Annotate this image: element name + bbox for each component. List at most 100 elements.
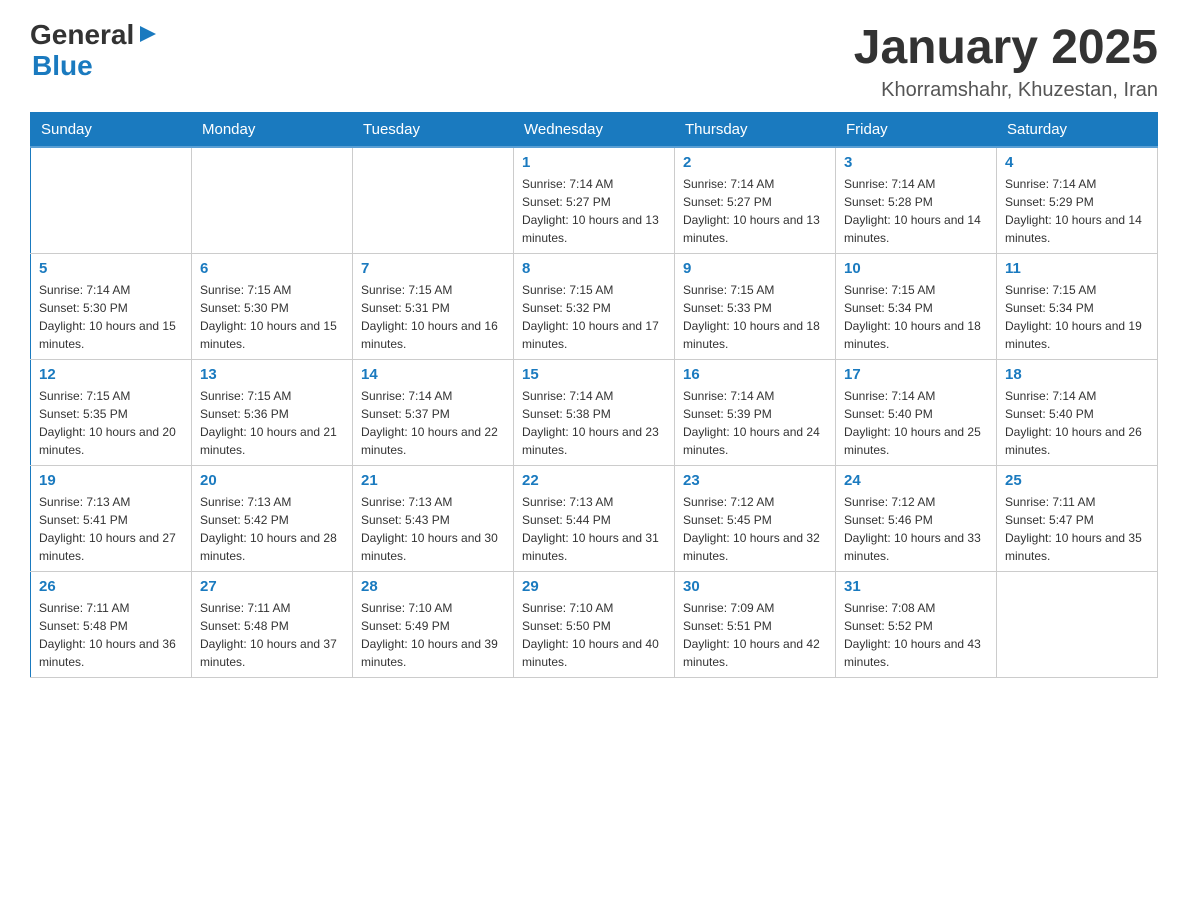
calendar-table: SundayMondayTuesdayWednesdayThursdayFrid…: [30, 112, 1158, 678]
calendar-cell: 21 Sunrise: 7:13 AMSunset: 5:43 PMDayligh…: [353, 466, 514, 572]
day-info: Sunrise: 7:14 AMSunset: 5:38 PMDaylight:…: [522, 387, 666, 459]
calendar-cell: [192, 147, 353, 254]
calendar-week-row: 1 Sunrise: 7:14 AMSunset: 5:27 PMDaylight…: [31, 147, 1158, 254]
calendar-cell: 9Sunrise: 7:15 AMSunset: 5:33 PMDaylight…: [675, 254, 836, 360]
day-info: Sunrise: 7:09 AMSunset: 5:51 PMDaylight:…: [683, 599, 827, 671]
day-info: Sunrise: 7:14 AMSunset: 5:40 PMDaylight:…: [1005, 387, 1149, 459]
calendar-cell: 7 Sunrise: 7:15 AMSunset: 5:31 PMDaylight…: [353, 254, 514, 360]
day-info: Sunrise: 7:14 AMSunset: 5:29 PMDaylight:…: [1005, 175, 1149, 247]
day-number: 1: [522, 154, 666, 171]
logo-general-text: General: [30, 20, 134, 51]
day-number: 21: [361, 472, 505, 489]
calendar-cell: 22Sunrise: 7:13 AMSunset: 5:44 PMDayligh…: [514, 466, 675, 572]
day-number: 16: [683, 366, 827, 383]
calendar-cell: 20 Sunrise: 7:13 AMSunset: 5:42 PMDayligh…: [192, 466, 353, 572]
calendar-cell: 19 Sunrise: 7:13 AMSunset: 5:41 PMDayligh…: [31, 466, 192, 572]
day-info: Sunrise: 7:13 AMSunset: 5:43 PMDaylight:…: [361, 493, 505, 565]
day-number: 26: [39, 578, 183, 595]
day-info: Sunrise: 7:15 AMSunset: 5:32 PMDaylight:…: [522, 281, 666, 353]
day-info: Sunrise: 7:13 AMSunset: 5:44 PMDaylight:…: [522, 493, 666, 565]
day-info: Sunrise: 7:14 AMSunset: 5:27 PMDaylight:…: [522, 175, 666, 247]
day-info: Sunrise: 7:12 AMSunset: 5:46 PMDaylight:…: [844, 493, 988, 565]
location-subtitle: Khorramshahr, Khuzestan, Iran: [854, 79, 1158, 102]
day-info: Sunrise: 7:11 AMSunset: 5:48 PMDaylight:…: [39, 599, 183, 671]
calendar-cell: 6 Sunrise: 7:15 AMSunset: 5:30 PMDaylight…: [192, 254, 353, 360]
calendar-cell: 24 Sunrise: 7:12 AMSunset: 5:46 PMDayligh…: [836, 466, 997, 572]
calendar-day-header: Tuesday: [353, 113, 514, 148]
calendar-cell: 23Sunrise: 7:12 AMSunset: 5:45 PMDayligh…: [675, 466, 836, 572]
calendar-week-row: 12 Sunrise: 7:15 AMSunset: 5:35 PMDayligh…: [31, 360, 1158, 466]
calendar-day-header: Thursday: [675, 113, 836, 148]
day-number: 7: [361, 260, 505, 277]
logo-blue-text: Blue: [32, 51, 158, 82]
calendar-cell: 2 Sunrise: 7:14 AMSunset: 5:27 PMDaylight…: [675, 147, 836, 254]
day-info: Sunrise: 7:15 AMSunset: 5:36 PMDaylight:…: [200, 387, 344, 459]
calendar-cell: 1 Sunrise: 7:14 AMSunset: 5:27 PMDaylight…: [514, 147, 675, 254]
calendar-day-header: Monday: [192, 113, 353, 148]
day-info: Sunrise: 7:15 AMSunset: 5:34 PMDaylight:…: [1005, 281, 1149, 353]
calendar-cell: 29 Sunrise: 7:10 AMSunset: 5:50 PMDayligh…: [514, 572, 675, 678]
day-info: Sunrise: 7:15 AMSunset: 5:35 PMDaylight:…: [39, 387, 183, 459]
title-block: January 2025 Khorramshahr, Khuzestan, Ir…: [854, 20, 1158, 102]
day-info: Sunrise: 7:14 AMSunset: 5:30 PMDaylight:…: [39, 281, 183, 353]
day-number: 19: [39, 472, 183, 489]
day-number: 12: [39, 366, 183, 383]
calendar-cell: 13Sunrise: 7:15 AMSunset: 5:36 PMDayligh…: [192, 360, 353, 466]
calendar-day-header: Wednesday: [514, 113, 675, 148]
page-header: General Blue January 2025 Khorramshahr, …: [30, 20, 1158, 102]
calendar-cell: 4 Sunrise: 7:14 AMSunset: 5:29 PMDaylight…: [997, 147, 1158, 254]
day-number: 10: [844, 260, 988, 277]
day-number: 6: [200, 260, 344, 277]
day-number: 5: [39, 260, 183, 277]
day-number: 4: [1005, 154, 1149, 171]
day-number: 31: [844, 578, 988, 595]
calendar-day-header: Sunday: [31, 113, 192, 148]
calendar-day-header: Saturday: [997, 113, 1158, 148]
day-info: Sunrise: 7:10 AMSunset: 5:50 PMDaylight:…: [522, 599, 666, 671]
calendar-header: SundayMondayTuesdayWednesdayThursdayFrid…: [31, 113, 1158, 148]
day-number: 25: [1005, 472, 1149, 489]
day-number: 18: [1005, 366, 1149, 383]
day-info: Sunrise: 7:11 AMSunset: 5:47 PMDaylight:…: [1005, 493, 1149, 565]
day-number: 24: [844, 472, 988, 489]
day-info: Sunrise: 7:14 AMSunset: 5:28 PMDaylight:…: [844, 175, 988, 247]
calendar-cell: 26 Sunrise: 7:11 AMSunset: 5:48 PMDayligh…: [31, 572, 192, 678]
day-info: Sunrise: 7:08 AMSunset: 5:52 PMDaylight:…: [844, 599, 988, 671]
calendar-cell: 18 Sunrise: 7:14 AMSunset: 5:40 PMDayligh…: [997, 360, 1158, 466]
day-number: 14: [361, 366, 505, 383]
day-info: Sunrise: 7:13 AMSunset: 5:41 PMDaylight:…: [39, 493, 183, 565]
day-number: 23: [683, 472, 827, 489]
day-number: 29: [522, 578, 666, 595]
day-info: Sunrise: 7:14 AMSunset: 5:27 PMDaylight:…: [683, 175, 827, 247]
day-info: Sunrise: 7:14 AMSunset: 5:40 PMDaylight:…: [844, 387, 988, 459]
calendar-week-row: 26 Sunrise: 7:11 AMSunset: 5:48 PMDayligh…: [31, 572, 1158, 678]
calendar-cell: 27 Sunrise: 7:11 AMSunset: 5:48 PMDayligh…: [192, 572, 353, 678]
day-number: 28: [361, 578, 505, 595]
day-number: 3: [844, 154, 988, 171]
calendar-cell: 15Sunrise: 7:14 AMSunset: 5:38 PMDayligh…: [514, 360, 675, 466]
day-number: 30: [683, 578, 827, 595]
calendar-week-row: 5 Sunrise: 7:14 AMSunset: 5:30 PMDaylight…: [31, 254, 1158, 360]
day-number: 27: [200, 578, 344, 595]
day-number: 11: [1005, 260, 1149, 277]
day-info: Sunrise: 7:11 AMSunset: 5:48 PMDaylight:…: [200, 599, 344, 671]
calendar-cell: [997, 572, 1158, 678]
calendar-cell: 16Sunrise: 7:14 AMSunset: 5:39 PMDayligh…: [675, 360, 836, 466]
calendar-cell: 3 Sunrise: 7:14 AMSunset: 5:28 PMDaylight…: [836, 147, 997, 254]
logo: General Blue: [30, 20, 158, 82]
day-info: Sunrise: 7:13 AMSunset: 5:42 PMDaylight:…: [200, 493, 344, 565]
calendar-cell: 25 Sunrise: 7:11 AMSunset: 5:47 PMDayligh…: [997, 466, 1158, 572]
day-info: Sunrise: 7:15 AMSunset: 5:31 PMDaylight:…: [361, 281, 505, 353]
calendar-header-row: SundayMondayTuesdayWednesdayThursdayFrid…: [31, 113, 1158, 148]
calendar-cell: 8Sunrise: 7:15 AMSunset: 5:32 PMDaylight…: [514, 254, 675, 360]
day-info: Sunrise: 7:15 AMSunset: 5:34 PMDaylight:…: [844, 281, 988, 353]
day-number: 2: [683, 154, 827, 171]
calendar-cell: 11 Sunrise: 7:15 AMSunset: 5:34 PMDayligh…: [997, 254, 1158, 360]
logo-arrow-icon: [138, 24, 158, 44]
calendar-cell: 30 Sunrise: 7:09 AMSunset: 5:51 PMDayligh…: [675, 572, 836, 678]
calendar-cell: 14Sunrise: 7:14 AMSunset: 5:37 PMDayligh…: [353, 360, 514, 466]
calendar-cell: 31 Sunrise: 7:08 AMSunset: 5:52 PMDayligh…: [836, 572, 997, 678]
day-info: Sunrise: 7:15 AMSunset: 5:30 PMDaylight:…: [200, 281, 344, 353]
day-number: 20: [200, 472, 344, 489]
calendar-cell: 28Sunrise: 7:10 AMSunset: 5:49 PMDayligh…: [353, 572, 514, 678]
